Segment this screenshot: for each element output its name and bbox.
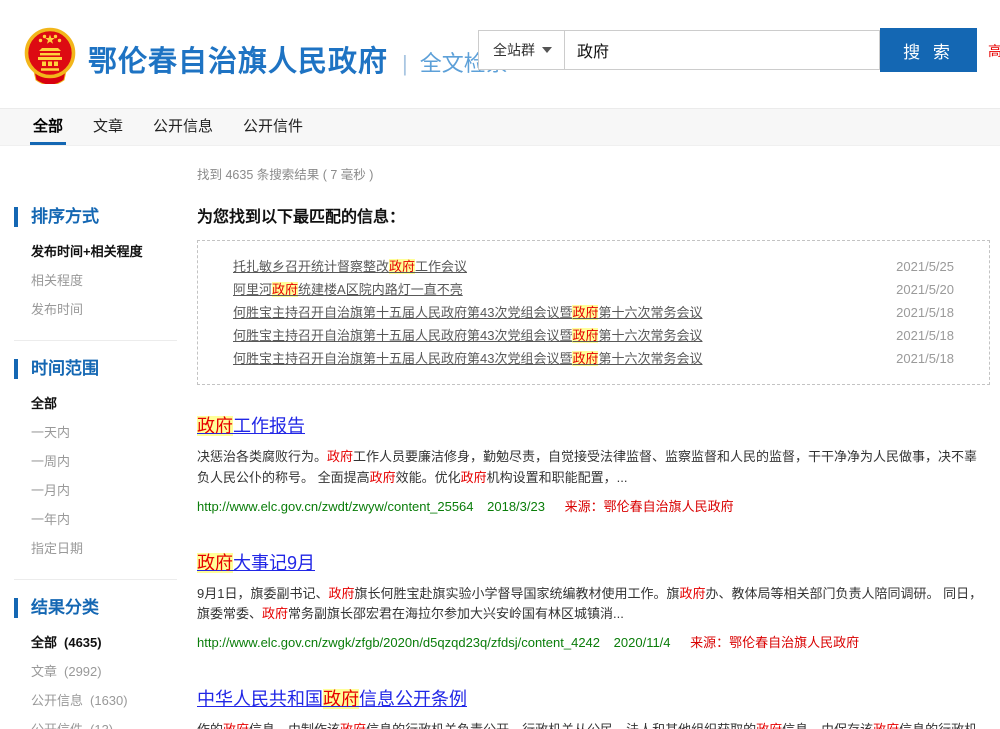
list-item: 何胜宝主持召开自治旗第十五届人民政府第43次党组会议暨政府第十六次常务会议 20… bbox=[233, 347, 954, 370]
category-count: (1630) bbox=[90, 693, 128, 708]
sidebar-divider bbox=[14, 340, 177, 341]
brand-divider: | bbox=[402, 51, 408, 77]
category-item-all[interactable]: 全部(4635) bbox=[31, 628, 197, 657]
time-item-all[interactable]: 全部 bbox=[31, 389, 197, 418]
category-count: (2992) bbox=[64, 664, 102, 679]
section-title-category: 结果分类 bbox=[14, 598, 197, 618]
best-match-link[interactable]: 托扎敏乡召开统计督察整改政府工作会议 bbox=[233, 255, 467, 278]
section-title-time-range: 时间范围 bbox=[14, 359, 197, 379]
results-main: 为您找到以下最匹配的信息： 托扎敏乡召开统计督察整改政府工作会议 2021/5/… bbox=[197, 203, 1000, 729]
result-url[interactable]: http://www.elc.gov.cn/zwdt/zwyw/content_… bbox=[197, 499, 474, 514]
search-bar: 全站群 搜 索 bbox=[478, 30, 977, 70]
best-match-date: 2021/5/25 bbox=[896, 255, 954, 278]
sort-item-relevance[interactable]: 相关程度 bbox=[31, 266, 197, 295]
time-item-year[interactable]: 一年内 bbox=[31, 505, 197, 534]
result-date: 2020/11/4 bbox=[614, 635, 671, 650]
best-match-link[interactable]: 何胜宝主持召开自治旗第十五届人民政府第43次党组会议暨政府第十六次常务会议 bbox=[233, 301, 703, 324]
best-match-date: 2021/5/18 bbox=[896, 347, 954, 370]
time-item-week[interactable]: 一周内 bbox=[31, 447, 197, 476]
result-snippet: 作的政府信息，由制作该政府信息的行政机关负责公开。行政机关从公民、法人和其他组织… bbox=[197, 720, 990, 729]
result-title-link[interactable]: 中华人民共和国政府信息公开条例 bbox=[197, 685, 467, 711]
result-meta-line: http://www.elc.gov.cn/zwdt/zwyw/content_… bbox=[197, 496, 990, 515]
result-source: 来源：鄂伦春自治旗人民政府 bbox=[690, 635, 859, 650]
best-match-heading: 为您找到以下最匹配的信息： bbox=[197, 203, 990, 227]
list-item: 阿里河政府统建楼A区院内路灯一直不亮 2021/5/20 bbox=[233, 278, 954, 301]
result-type-tabbar: 全部 文章 公开信息 公开信件 bbox=[0, 108, 1000, 146]
brand: 鄂伦春自治旗人民政府 | 全文检索 bbox=[88, 38, 508, 80]
result-snippet: 9月1日，旗委副书记、政府旗长何胜宝赴旗实验小学督导国家统编教材使用工作。旗政府… bbox=[197, 584, 990, 626]
category-item-articles[interactable]: 文章(2992) bbox=[31, 657, 197, 686]
result-date: 2018/3/23 bbox=[487, 499, 545, 514]
search-scope-select[interactable]: 全站群 bbox=[478, 30, 565, 70]
site-title: 鄂伦春自治旗人民政府 bbox=[88, 38, 388, 80]
search-result: 政府大事记9月 9月1日，旗委副书记、政府旗长何胜宝赴旗实验小学督导国家统编教材… bbox=[197, 549, 990, 652]
result-title-link[interactable]: 政府工作报告 bbox=[197, 412, 305, 438]
search-button[interactable]: 搜 索 bbox=[880, 28, 977, 72]
result-title-link[interactable]: 政府大事记9月 bbox=[197, 549, 315, 575]
sort-item-time[interactable]: 发布时间 bbox=[31, 295, 197, 324]
tab-all[interactable]: 全部 bbox=[30, 109, 66, 145]
result-count-text: 找到 4635 条搜索结果 ( 7 毫秒 ) bbox=[197, 164, 1000, 183]
result-snippet: 决惩治各类腐败行为。政府工作人员要廉洁修身，勤勉尽责，自觉接受法律监督、监察监督… bbox=[197, 447, 990, 489]
time-item-custom-date[interactable]: 指定日期 bbox=[31, 534, 197, 563]
site-header: 鄂伦春自治旗人民政府 | 全文检索 全站群 搜 索 高 bbox=[0, 0, 1000, 108]
search-input[interactable] bbox=[565, 30, 880, 70]
best-match-date: 2021/5/18 bbox=[896, 301, 954, 324]
category-count: (4635) bbox=[64, 635, 102, 650]
chevron-down-icon bbox=[542, 47, 552, 53]
list-item: 托扎敏乡召开统计督察整改政府工作会议 2021/5/25 bbox=[233, 255, 954, 278]
national-emblem-logo bbox=[21, 26, 79, 84]
best-match-date: 2021/5/20 bbox=[896, 278, 954, 301]
list-item: 何胜宝主持召开自治旗第十五届人民政府第43次党组会议暨政府第十六次常务会议 20… bbox=[233, 324, 954, 347]
time-item-day[interactable]: 一天内 bbox=[31, 418, 197, 447]
category-item-public-letters[interactable]: 公开信件(13) bbox=[31, 715, 197, 729]
best-match-box: 托扎敏乡召开统计督察整改政府工作会议 2021/5/25 阿里河政府统建楼A区院… bbox=[197, 240, 990, 385]
time-item-month[interactable]: 一月内 bbox=[31, 476, 197, 505]
advanced-search-link[interactable]: 高 bbox=[988, 41, 1000, 61]
category-item-public-info[interactable]: 公开信息(1630) bbox=[31, 686, 197, 715]
search-result: 中华人民共和国政府信息公开条例 作的政府信息，由制作该政府信息的行政机关负责公开… bbox=[197, 685, 990, 729]
section-title-sort: 排序方式 bbox=[14, 207, 197, 227]
best-match-link[interactable]: 何胜宝主持召开自治旗第十五届人民政府第43次党组会议暨政府第十六次常务会议 bbox=[233, 324, 703, 347]
filter-sidebar: 排序方式 发布时间+相关程度 相关程度 发布时间 时间范围 全部 一天内 一周内… bbox=[0, 203, 197, 729]
tab-public-letters[interactable]: 公开信件 bbox=[240, 109, 306, 145]
result-source: 来源：鄂伦春自治旗人民政府 bbox=[565, 499, 734, 514]
category-count: (13) bbox=[90, 722, 113, 729]
search-scope-label: 全站群 bbox=[493, 40, 535, 60]
list-item: 何胜宝主持召开自治旗第十五届人民政府第43次党组会议暨政府第十六次常务会议 20… bbox=[233, 301, 954, 324]
best-match-date: 2021/5/18 bbox=[896, 324, 954, 347]
content: 排序方式 发布时间+相关程度 相关程度 发布时间 时间范围 全部 一天内 一周内… bbox=[0, 203, 1000, 729]
result-url[interactable]: http://www.elc.gov.cn/zwgk/zfgb/2020n/d5… bbox=[197, 635, 600, 650]
best-match-link[interactable]: 阿里河政府统建楼A区院内路灯一直不亮 bbox=[233, 278, 463, 301]
result-meta-line: http://www.elc.gov.cn/zwgk/zfgb/2020n/d5… bbox=[197, 632, 990, 651]
sort-item-time-relevance[interactable]: 发布时间+相关程度 bbox=[31, 237, 197, 266]
sidebar-divider bbox=[14, 579, 177, 580]
tab-public-info[interactable]: 公开信息 bbox=[150, 109, 216, 145]
search-result: 政府工作报告 决惩治各类腐败行为。政府工作人员要廉洁修身，勤勉尽责，自觉接受法律… bbox=[197, 412, 990, 515]
tab-articles[interactable]: 文章 bbox=[90, 109, 126, 145]
best-match-link[interactable]: 何胜宝主持召开自治旗第十五届人民政府第43次党组会议暨政府第十六次常务会议 bbox=[233, 347, 703, 370]
